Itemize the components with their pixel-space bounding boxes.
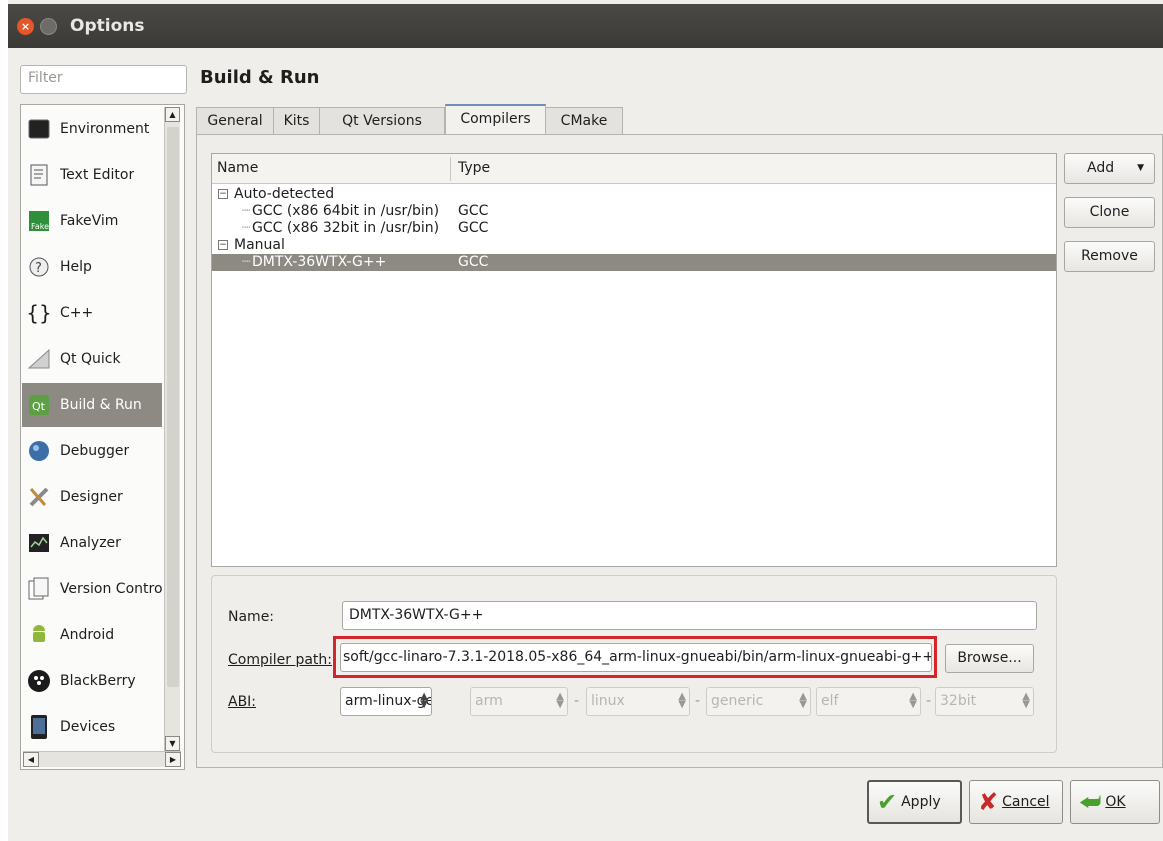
table-row-selected[interactable]: ┈ DMTX-36WTX-G++ GCC — [212, 254, 1056, 271]
android-icon — [27, 623, 51, 647]
sidebar-horizontal-scrollbar[interactable]: ◀ ▶ — [23, 751, 181, 767]
compilers-panel: Name Type − Auto-detected ┈ GCC (x86 64b… — [196, 134, 1163, 768]
updown-arrow-icon: ▲ ▼ — [1022, 691, 1030, 710]
window-title: Options — [70, 16, 145, 36]
sidebar-item-version-control[interactable]: Version Contro — [22, 567, 162, 611]
table-row[interactable]: ┈ GCC (x86 64bit in /usr/bin) GCC — [212, 203, 1056, 220]
ok-button[interactable]: ⮨ OK — [1070, 780, 1160, 824]
compiler-details: Name: DMTX-36WTX-G++ Compiler path: soft… — [211, 575, 1057, 753]
cancel-x-icon: ✘ — [978, 788, 999, 816]
checkmark-icon: ✔ — [877, 788, 898, 816]
abi-format-select[interactable]: elf ▲ ▼ — [816, 687, 921, 716]
braces-icon: {} — [26, 301, 52, 325]
build-run-icon: Qt — [27, 393, 51, 417]
designer-icon — [27, 485, 51, 509]
updown-arrow-icon: ▲ ▼ — [678, 691, 686, 710]
tab-general[interactable]: General — [196, 107, 274, 135]
remove-button[interactable]: Remove — [1064, 241, 1155, 272]
filter-input[interactable]: Filter — [20, 65, 187, 94]
sidebar-item-text-editor[interactable]: Text Editor — [22, 153, 162, 197]
updown-arrow-icon: ▲ ▼ — [909, 691, 917, 710]
svg-text:Qt: Qt — [32, 400, 46, 413]
browse-button[interactable]: Browse... — [945, 644, 1034, 673]
collapse-icon[interactable]: − — [218, 189, 228, 199]
page-title: Build & Run — [200, 67, 320, 88]
apply-button[interactable]: ✔ Apply — [867, 780, 962, 824]
options-window: × Options Filter Build & Run Environment… — [8, 0, 1163, 841]
name-field[interactable]: DMTX-36WTX-G++ — [342, 601, 1037, 630]
qt-quick-icon — [27, 347, 51, 371]
blackberry-icon — [27, 669, 51, 693]
sidebar-item-build-run[interactable]: Qt Build & Run — [22, 383, 162, 427]
column-type[interactable]: Type — [458, 160, 490, 176]
compiler-tree[interactable]: Name Type − Auto-detected ┈ GCC (x86 64b… — [211, 153, 1057, 567]
sidebar-item-cpp[interactable]: {} C++ — [22, 291, 162, 335]
sidebar-vertical-scrollbar[interactable]: ▲ ▼ — [164, 107, 180, 751]
sidebar-item-qt-quick[interactable]: Qt Quick — [22, 337, 162, 381]
scroll-down-icon[interactable]: ▼ — [165, 736, 180, 751]
title-bar: × Options — [8, 4, 1163, 48]
table-row[interactable]: ┈ GCC (x86 32bit in /usr/bin) GCC — [212, 220, 1056, 237]
add-button[interactable]: Add ▼ — [1064, 153, 1155, 184]
debugger-icon — [27, 439, 51, 463]
help-icon: ? — [27, 255, 51, 279]
devices-icon — [27, 715, 51, 739]
scroll-right-icon[interactable]: ▶ — [165, 752, 181, 767]
abi-flavor-select[interactable]: generic ▲ ▼ — [706, 687, 811, 716]
category-list: Environment Text Editor Fake FakeVim ? H… — [20, 104, 185, 770]
sidebar-item-debugger[interactable]: Debugger — [22, 429, 162, 473]
minimize-icon[interactable] — [40, 18, 57, 35]
tree-group-row[interactable]: − Manual — [212, 237, 1056, 254]
tree-header: Name Type — [212, 154, 1056, 184]
cancel-button[interactable]: ✘ Cancel — [969, 780, 1063, 824]
scroll-thumb[interactable] — [167, 127, 179, 687]
svg-text:?: ? — [35, 261, 42, 276]
monitor-icon — [27, 117, 51, 141]
scroll-left-icon[interactable]: ◀ — [23, 752, 39, 767]
sidebar-item-fakevim[interactable]: Fake FakeVim — [22, 199, 162, 243]
close-icon[interactable]: × — [17, 18, 34, 35]
compiler-path-label: Compiler path: — [228, 652, 333, 668]
abi-select[interactable]: arm-linux-ge ▲ ▼ — [340, 687, 432, 716]
sidebar-item-help[interactable]: ? Help — [22, 245, 162, 289]
sidebar-item-android[interactable]: Android — [22, 613, 162, 657]
updown-arrow-icon: ▲ ▼ — [420, 691, 428, 710]
tab-cmake[interactable]: CMake — [545, 107, 623, 135]
fakevim-icon: Fake — [27, 209, 51, 233]
tab-compilers[interactable]: Compilers — [445, 104, 546, 136]
tree-group-row[interactable]: − Auto-detected — [212, 186, 1056, 203]
tab-qt-versions[interactable]: Qt Versions — [319, 107, 445, 135]
updown-arrow-icon: ▲ ▼ — [799, 691, 807, 710]
tab-kits[interactable]: Kits — [273, 107, 320, 135]
scroll-up-icon[interactable]: ▲ — [165, 107, 180, 122]
abi-width-select[interactable]: 32bit ▲ ▼ — [935, 687, 1034, 716]
sidebar-item-devices[interactable]: Devices — [22, 705, 162, 749]
clone-button[interactable]: Clone — [1064, 197, 1155, 228]
collapse-icon[interactable]: − — [218, 240, 228, 250]
compiler-path-field[interactable]: soft/gcc-linaro-7.3.1-2018.05-x86_64_arm… — [340, 643, 932, 672]
text-document-icon — [27, 163, 51, 187]
name-label: Name: — [228, 609, 275, 625]
column-name[interactable]: Name — [217, 160, 258, 176]
dropdown-arrow-icon: ▼ — [1137, 163, 1144, 173]
ok-arrow-icon: ⮨ — [1079, 788, 1102, 816]
sidebar-item-analyzer[interactable]: Analyzer — [22, 521, 162, 565]
updown-arrow-icon: ▲ ▼ — [556, 691, 564, 710]
analyzer-icon — [27, 531, 51, 555]
sidebar-item-environment[interactable]: Environment — [22, 107, 162, 151]
abi-arch-select[interactable]: arm ▲ ▼ — [470, 687, 568, 716]
abi-os-select[interactable]: linux ▲ ▼ — [586, 687, 690, 716]
abi-label: ABI: — [228, 694, 257, 710]
sidebar-item-blackberry[interactable]: BlackBerry — [22, 659, 162, 703]
version-control-icon — [27, 577, 51, 601]
sidebar-item-designer[interactable]: Designer — [22, 475, 162, 519]
svg-text:Fake: Fake — [31, 222, 49, 231]
